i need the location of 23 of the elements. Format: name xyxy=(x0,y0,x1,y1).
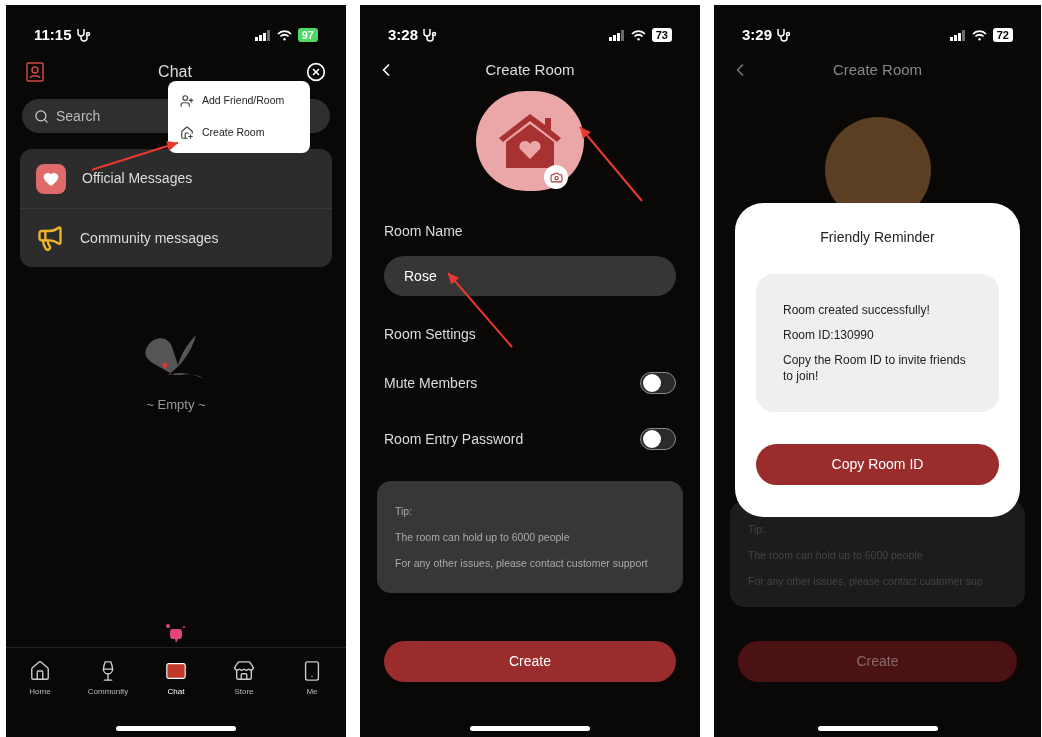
status-time: 11:15 xyxy=(34,24,72,45)
status-time: 3:29 xyxy=(742,24,773,45)
message-text: Room ID:130990 xyxy=(783,327,875,343)
battery-indicator: 72 xyxy=(992,28,1013,42)
thread-title: Community messages xyxy=(80,228,219,248)
message-text: Copy the Room ID to invite friends to join! xyxy=(783,352,967,384)
message-text: Room created successfully! xyxy=(783,302,931,318)
empty-state-text: ~ Empty ~ xyxy=(146,396,206,414)
tip-text: For any other issues, please contact customer support xyxy=(395,556,649,571)
screen-title: Chat xyxy=(158,62,192,82)
battery-indicator: 73 xyxy=(651,28,672,42)
battery-indicator: 97 xyxy=(297,28,318,42)
section-heading: Room Settings xyxy=(384,325,477,344)
setting-label: Mute Members xyxy=(384,373,478,393)
field-label: Room Name xyxy=(384,222,464,241)
dialog-title: Friendly Reminder xyxy=(819,228,936,247)
tip-text: The room can hold up to 6000 people xyxy=(395,530,571,545)
setting-label: Room Entry Password xyxy=(384,429,524,449)
screen-title: Create Room xyxy=(831,59,924,80)
tip-text: Tip: xyxy=(395,504,414,519)
thread-title: Official Messages xyxy=(82,169,193,188)
screen-title: Create Room xyxy=(484,59,576,80)
status-time: 3:28 xyxy=(388,24,419,45)
